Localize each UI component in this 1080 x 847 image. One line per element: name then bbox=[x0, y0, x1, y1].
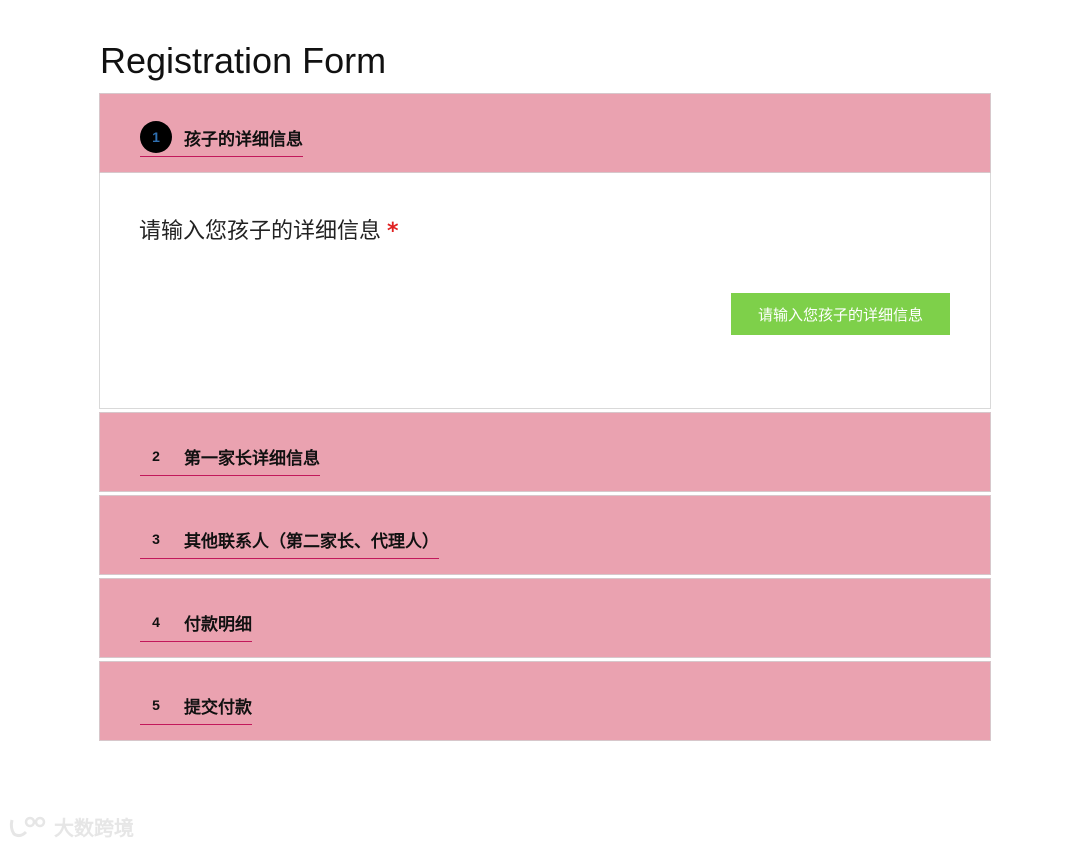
section-submit-payment: 5 提交付款 bbox=[99, 661, 991, 741]
step-link-5[interactable]: 5 提交付款 bbox=[140, 689, 252, 725]
section-child-details: 1 孩子的详细信息 请输入您孩子的详细信息 * 请输入您孩子的详细信息 bbox=[99, 93, 991, 409]
required-mark: * bbox=[387, 219, 399, 244]
section-payment-details: 4 付款明细 bbox=[99, 578, 991, 658]
watermark-logo-icon bbox=[9, 816, 46, 837]
step-number: 3 bbox=[152, 531, 160, 547]
section-other-contacts: 3 其他联系人（第二家长、代理人） bbox=[99, 495, 991, 575]
step-label: 付款明细 bbox=[184, 614, 252, 635]
enter-child-details-button[interactable]: 请输入您孩子的详细信息 bbox=[731, 293, 950, 335]
child-details-label: 请输入您孩子的详细信息 * bbox=[139, 213, 399, 245]
step-link-2[interactable]: 2 第一家长详细信息 bbox=[140, 440, 320, 476]
step-link-3[interactable]: 3 其他联系人（第二家长、代理人） bbox=[140, 523, 439, 559]
step-number: 2 bbox=[152, 448, 160, 464]
field-label-text: 请输入您孩子的详细信息 bbox=[139, 219, 382, 244]
watermark: 大数跨境 bbox=[8, 812, 134, 841]
section-header-3[interactable]: 3 其他联系人（第二家长、代理人） bbox=[99, 495, 991, 575]
section-header-2[interactable]: 2 第一家长详细信息 bbox=[99, 412, 991, 492]
section-body-1: 请输入您孩子的详细信息 * 请输入您孩子的详细信息 bbox=[99, 173, 991, 409]
step-label: 孩子的详细信息 bbox=[184, 129, 303, 150]
page-title: Registration Form bbox=[100, 40, 387, 81]
step-number-badge: 1 bbox=[140, 121, 172, 153]
watermark-text: 大数跨境 bbox=[54, 816, 134, 840]
section-header-1[interactable]: 1 孩子的详细信息 bbox=[99, 93, 991, 173]
section-first-parent: 2 第一家长详细信息 bbox=[99, 412, 991, 492]
step-label: 其他联系人（第二家长、代理人） bbox=[184, 531, 439, 552]
step-number: 5 bbox=[152, 697, 160, 713]
section-header-4[interactable]: 4 付款明细 bbox=[99, 578, 991, 658]
step-link-4[interactable]: 4 付款明细 bbox=[140, 606, 252, 642]
registration-accordion: 1 孩子的详细信息 请输入您孩子的详细信息 * 请输入您孩子的详细信息 2 第一家… bbox=[99, 93, 991, 744]
section-header-5[interactable]: 5 提交付款 bbox=[99, 661, 991, 741]
step-link-1[interactable]: 1 孩子的详细信息 bbox=[140, 121, 303, 157]
step-label: 第一家长详细信息 bbox=[184, 448, 320, 469]
step-number: 4 bbox=[152, 614, 160, 630]
step-label: 提交付款 bbox=[184, 697, 252, 718]
